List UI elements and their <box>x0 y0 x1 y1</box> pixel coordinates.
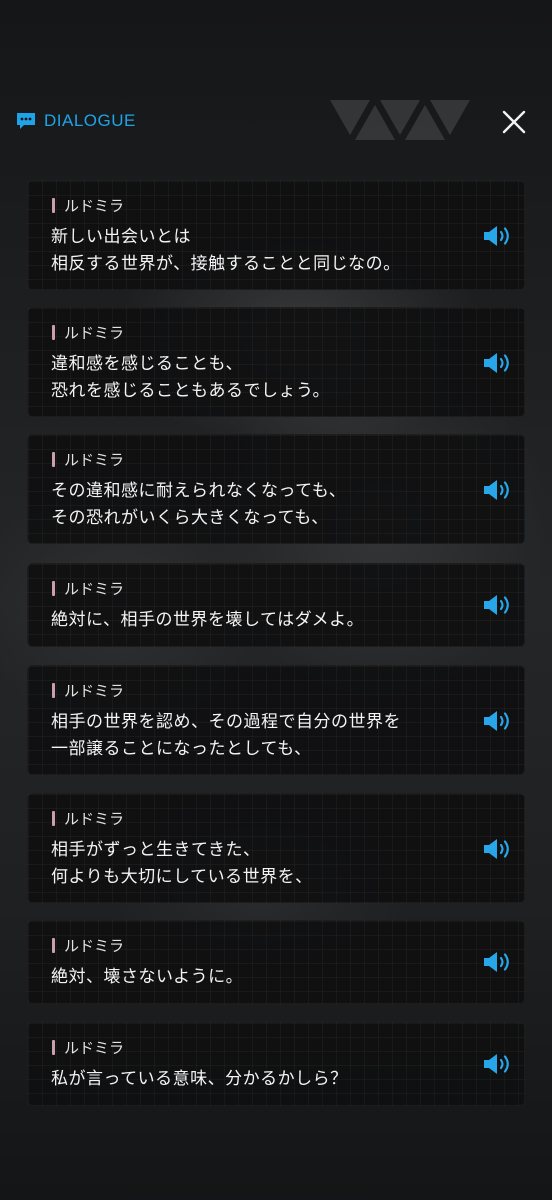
dialogue-entry: ルドミラ 相手の世界を認め、その過程で自分の世界を 一部譲ることになったとしても… <box>27 665 525 775</box>
dialogue-entry: ルドミラ 違和感を感じることも、 恐れを感じることもあるでしょう。 <box>27 307 525 417</box>
speaker-marker <box>52 1040 55 1055</box>
speaker-volume-icon[interactable] <box>482 1052 514 1076</box>
speaker-name: ルドミラ <box>64 451 125 469</box>
speaker-marker <box>52 811 55 826</box>
speaker-marker <box>52 198 55 213</box>
speaker-volume-icon[interactable] <box>482 224 514 248</box>
speaker-label: ルドミラ <box>52 680 124 701</box>
dialogue-text: 絶対に、相手の世界を壊してはダメよ。 <box>51 610 365 630</box>
dialogue-header: DIALOGUE <box>16 111 136 131</box>
speaker-volume-icon[interactable] <box>482 478 514 502</box>
dialogue-text: 相手の世界を認め、その過程で自分の世界を 一部譲ることになったとしても、 <box>51 712 401 759</box>
speaker-marker <box>52 938 55 953</box>
speaker-label: ルドミラ <box>52 808 124 829</box>
chat-bubble-icon <box>17 113 35 129</box>
dialogue-text: 私が言っている意味、分かるかしら？ <box>51 1069 348 1089</box>
speaker-label: ルドミラ <box>52 1037 124 1058</box>
dialogue-entry: ルドミラ 絶対、壊さないように。 <box>27 920 525 1004</box>
speaker-marker <box>52 683 55 698</box>
speaker-name: ルドミラ <box>64 682 125 700</box>
speaker-marker <box>52 581 55 596</box>
speaker-volume-icon[interactable] <box>482 837 514 861</box>
speaker-marker <box>52 325 55 340</box>
dialogue-entry: ルドミラ 私が言っている意味、分かるかしら？ <box>27 1022 525 1106</box>
speaker-label: ルドミラ <box>52 449 124 470</box>
dialogue-entry: ルドミラ 新しい出会いとは 相反する世界が、接触することと同じなの。 <box>27 180 525 290</box>
speaker-name: ルドミラ <box>64 937 125 955</box>
dialogue-entry: ルドミラ 相手がずっと生きてきた、 何よりも大切にしている世界を、 <box>27 793 525 903</box>
speaker-name: ルドミラ <box>64 1039 125 1057</box>
speaker-volume-icon[interactable] <box>482 709 514 733</box>
speaker-label: ルドミラ <box>52 935 124 956</box>
speaker-name: ルドミラ <box>64 324 125 342</box>
speaker-label: ルドミラ <box>52 578 124 599</box>
speaker-volume-icon[interactable] <box>482 950 514 974</box>
speaker-label: ルドミラ <box>52 322 124 343</box>
speaker-volume-icon[interactable] <box>482 351 514 375</box>
dialogue-title: DIALOGUE <box>44 111 136 130</box>
dialogue-text: 新しい出会いとは 相反する世界が、接触することと同じなの。 <box>51 227 401 274</box>
dialogue-text: その違和感に耐えられなくなっても、 その恐れがいくら大きくなっても、 <box>51 481 347 528</box>
speaker-label: ルドミラ <box>52 195 124 216</box>
speaker-name: ルドミラ <box>64 197 125 215</box>
speaker-marker <box>52 452 55 467</box>
dialogue-text: 絶対、壊さないように。 <box>51 967 244 987</box>
dialogue-text: 違和感を感じることも、 恐れを感じることもあるでしょう。 <box>51 354 330 401</box>
dialogue-entry: ルドミラ その違和感に耐えられなくなっても、 その恐れがいくら大きくなっても、 <box>27 434 525 544</box>
speaker-name: ルドミラ <box>64 580 125 598</box>
speaker-name: ルドミラ <box>64 810 125 828</box>
dialogue-text: 相手がずっと生きてきた、 何よりも大切にしている世界を、 <box>51 840 313 887</box>
dialogue-entry: ルドミラ 絶対に、相手の世界を壊してはダメよ。 <box>27 563 525 647</box>
close-icon[interactable] <box>500 108 528 136</box>
speaker-volume-icon[interactable] <box>482 593 514 617</box>
